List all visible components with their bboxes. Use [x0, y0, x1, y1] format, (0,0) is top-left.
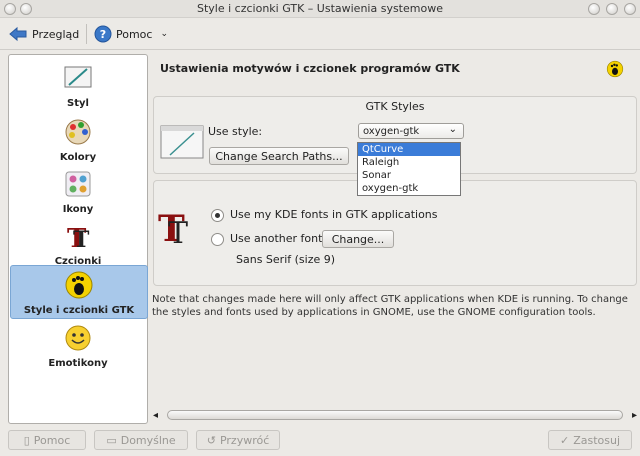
sidebar-item-gtk[interactable]: Style i czcionki GTK: [10, 265, 148, 319]
font-name-label: Sans Serif (size 9): [236, 253, 336, 266]
defaults-icon: ▭: [106, 433, 117, 447]
change-search-paths-button[interactable]: Change Search Paths...: [209, 147, 349, 165]
horizontal-scrollbar[interactable]: ◂ ▸: [153, 408, 637, 422]
close-icon[interactable]: [624, 3, 636, 15]
sidebar-item-label: Emotikony: [48, 358, 108, 369]
reset-button[interactable]: ↺ Przywróć: [196, 430, 280, 450]
toolbar: Przegląd ? Pomoc ⌄: [0, 18, 640, 50]
sidebar-item-czcionki[interactable]: T T Czcionki: [10, 217, 146, 267]
gnome-foot-icon: [606, 60, 624, 78]
style-dropdown-list: QtCurve Raleigh Sonar oxygen-gtk: [357, 142, 461, 196]
defaults-button-label: Domyślne: [120, 433, 176, 447]
defaults-button[interactable]: ▭ Domyślne: [94, 430, 188, 450]
sidebar-item-styl[interactable]: Styl: [10, 59, 146, 111]
svg-text:T: T: [73, 227, 90, 251]
page-title: Ustawienia motywów i czcionek programów …: [160, 62, 460, 75]
style-option[interactable]: QtCurve: [358, 143, 460, 156]
scroll-left-icon[interactable]: ◂: [153, 410, 158, 421]
svg-text:?: ?: [100, 28, 106, 41]
sidebar-item-label: Ikony: [62, 204, 94, 215]
chevron-down-icon: ⌄: [160, 29, 169, 39]
help-doc-icon: ▯: [23, 433, 30, 447]
help-label: Pomoc: [116, 27, 153, 41]
sidebar-item-label: Kolory: [59, 152, 97, 163]
style-preview-icon: [160, 125, 204, 159]
chevron-down-icon: ⌄: [448, 124, 457, 135]
brush-icon: [64, 66, 92, 88]
back-label: Przegląd: [32, 27, 80, 41]
another-font-radio[interactable]: [211, 233, 224, 246]
another-font-label: Use another font:: [230, 232, 327, 245]
style-option[interactable]: Raleigh: [358, 156, 460, 169]
change-font-button[interactable]: Change...: [322, 230, 394, 248]
sidebar-item-label: Styl: [67, 98, 89, 109]
sidebar-item-label: Style i czcionki GTK: [23, 305, 135, 316]
sidebar-item-ikony[interactable]: Ikony: [10, 165, 146, 215]
help-icon: ?: [94, 25, 112, 43]
palette-icon: [65, 119, 91, 145]
reset-button-label: Przywróć: [219, 433, 270, 447]
gnome-foot-icon: [65, 271, 93, 299]
toolbar-separator: [86, 24, 87, 44]
font-icon: T T: [158, 208, 188, 247]
scroll-right-icon[interactable]: ▸: [632, 410, 637, 421]
help-button-label: Pomoc: [33, 433, 71, 447]
scrollbar-thumb[interactable]: [167, 410, 623, 420]
font-icon: T T: [67, 224, 90, 254]
apply-button[interactable]: ✓ Zastosuj: [548, 430, 632, 450]
sidebar-item-emotikony[interactable]: Emotikony: [10, 319, 146, 369]
style-option[interactable]: oxygen-gtk: [358, 182, 460, 195]
style-combo-value: oxygen-gtk: [363, 125, 420, 137]
smiley-icon: [65, 325, 91, 351]
sidebar-item-kolory[interactable]: Kolory: [10, 113, 146, 163]
help-window-icon[interactable]: [588, 3, 600, 15]
reset-icon: ↺: [206, 433, 216, 447]
minimize-icon[interactable]: [606, 3, 618, 15]
kde-fonts-label: Use my KDE fonts in GTK applications: [230, 208, 438, 221]
kde-fonts-radio[interactable]: [211, 209, 224, 222]
help-menu-button[interactable]: ? Pomoc ⌄: [94, 22, 168, 46]
svg-text:T: T: [168, 216, 188, 247]
group-title: GTK Styles: [365, 100, 425, 113]
note-text: Note that changes made here will only af…: [152, 294, 628, 318]
check-icon: ✓: [559, 433, 570, 447]
use-style-label: Use style:: [208, 125, 263, 138]
style-combo[interactable]: oxygen-gtk ⌄: [358, 123, 464, 139]
back-arrow-icon: [9, 26, 27, 42]
icons-icon: [65, 171, 91, 197]
sidebar: Styl Kolory Ikony T T Czcionki Style i c…: [8, 54, 148, 424]
style-option[interactable]: Sonar: [358, 169, 460, 182]
help-button[interactable]: ▯ Pomoc: [8, 430, 86, 450]
title-bar: Style i czcionki GTK – Ustawienia system…: [0, 0, 640, 18]
back-button[interactable]: Przegląd: [8, 22, 79, 46]
window-title: Style i czcionki GTK – Ustawienia system…: [197, 2, 443, 15]
apply-button-label: Zastosuj: [573, 433, 621, 447]
